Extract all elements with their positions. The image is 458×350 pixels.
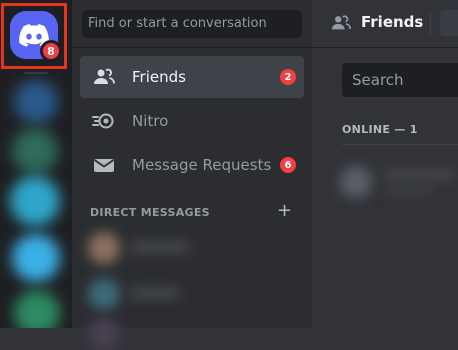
header-tab-partial[interactable] [440, 10, 458, 36]
friends-list-divider [342, 144, 458, 145]
nav-item-message-requests[interactable]: Message Requests 6 [80, 144, 304, 186]
main-header: Friends [312, 0, 458, 48]
header-separator [430, 12, 431, 36]
dm-name [130, 242, 190, 252]
dm-avatar[interactable] [88, 318, 120, 350]
friends-search-input[interactable]: Search [342, 63, 458, 97]
dm-avatar[interactable] [88, 232, 120, 264]
envelope-icon [93, 159, 115, 172]
conversation-search-input[interactable]: Find or start a conversation [82, 10, 302, 38]
nav-label-message-requests: Message Requests [132, 156, 272, 174]
nav-item-nitro[interactable]: Nitro [80, 100, 304, 142]
nitro-icon [92, 113, 114, 129]
dm-sidebar: Find or start a conversation Friends 2 N… [72, 0, 312, 350]
server-rail: 8 [0, 0, 72, 328]
dm-avatar[interactable] [88, 278, 120, 310]
friends-badge: 2 [280, 69, 296, 85]
add-dm-button[interactable]: + [277, 201, 292, 221]
message-requests-badge: 6 [280, 157, 296, 173]
direct-messages-header: DIRECT MESSAGES [90, 206, 210, 219]
server-icon[interactable] [10, 176, 60, 226]
friends-header-icon [331, 15, 351, 30]
server-icon[interactable] [14, 80, 58, 124]
server-icon[interactable] [14, 290, 60, 328]
page-title: Friends [361, 13, 424, 31]
online-count-label: ONLINE — 1 [342, 123, 418, 136]
server-icon[interactable] [12, 128, 58, 174]
friend-name [384, 170, 454, 179]
friend-avatar[interactable] [340, 166, 372, 198]
server-icon[interactable] [12, 234, 60, 282]
home-notification-badge: 8 [40, 40, 62, 62]
rail-divider [24, 72, 48, 74]
nav-label-nitro: Nitro [132, 112, 169, 130]
nav-label-friends: Friends [132, 68, 186, 86]
dm-name [130, 288, 180, 298]
sidebar-divider [72, 47, 312, 48]
friends-icon [94, 68, 115, 84]
nav-item-friends[interactable]: Friends 2 [80, 56, 304, 98]
friend-status [384, 186, 434, 194]
